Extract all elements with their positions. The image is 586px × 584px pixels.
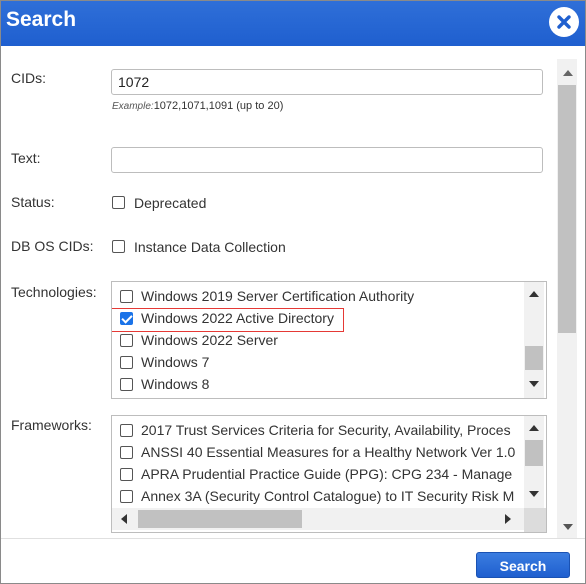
technology-label: Windows 2019 Server Certification Author…: [141, 288, 415, 304]
scroll-down-icon[interactable]: [558, 519, 578, 535]
cids-input[interactable]: [111, 69, 543, 95]
deprecated-checkbox[interactable]: [112, 196, 125, 209]
scroll-down-icon[interactable]: [524, 486, 544, 502]
framework-checkbox[interactable]: [120, 468, 133, 481]
technology-checkbox[interactable]: [120, 356, 133, 369]
frameworks-label: Frameworks:: [11, 417, 92, 433]
framework-label: APRA Prudential Practice Guide (PPG): CP…: [141, 466, 513, 482]
cids-label: CIDs:: [11, 70, 46, 86]
dialog-content: CIDs: Example:1072,1071,1091 (up to 20) …: [1, 46, 557, 538]
list-item[interactable]: ANSSI 40 Essential Measures for a Health…: [112, 442, 520, 464]
frameworks-hscrollbar[interactable]: [112, 508, 524, 530]
technology-label: Windows 7: [141, 354, 210, 370]
framework-checkbox[interactable]: [120, 446, 133, 459]
scroll-up-icon[interactable]: [558, 65, 578, 81]
framework-label: ANSSI 40 Essential Measures for a Health…: [141, 444, 516, 460]
list-item[interactable]: Windows 2022 Server: [112, 330, 520, 352]
list-item[interactable]: Windows 7: [112, 352, 520, 374]
dialog-titlebar: Search: [1, 1, 585, 46]
technology-checkbox[interactable]: [120, 378, 133, 391]
list-item[interactable]: Windows 2019 Server Certification Author…: [112, 286, 520, 308]
technologies-list[interactable]: Windows 2019 Server Certification Author…: [111, 281, 547, 399]
framework-checkbox[interactable]: [120, 490, 133, 503]
dialog-scroll-thumb[interactable]: [558, 85, 576, 333]
list-item[interactable]: 2017 Trust Services Criteria for Securit…: [112, 420, 520, 442]
search-button[interactable]: Search: [476, 552, 570, 578]
framework-label: 2017 Trust Services Criteria for Securit…: [141, 422, 511, 438]
frameworks-list[interactable]: 2017 Trust Services Criteria for Securit…: [111, 415, 547, 533]
instance-data-collection-label: Instance Data Collection: [134, 239, 286, 255]
list-item[interactable]: Annex 3A (Security Control Catalogue) to…: [112, 486, 520, 508]
cids-example-value: 1072,1071,1091 (up to 20): [153, 100, 284, 112]
technologies-label: Technologies:: [11, 284, 97, 300]
frameworks-scrollbar[interactable]: [524, 416, 544, 508]
technologies-scrollbar[interactable]: [524, 282, 544, 398]
technology-checkbox[interactable]: [120, 290, 133, 303]
frameworks-scroll-thumb[interactable]: [525, 440, 543, 466]
dialog-title: Search: [6, 8, 77, 31]
status-label: Status:: [11, 194, 55, 210]
scroll-down-icon[interactable]: [524, 376, 544, 392]
cids-example-label: Example:: [112, 101, 154, 112]
scroll-left-icon[interactable]: [116, 508, 132, 530]
scroll-right-icon[interactable]: [500, 508, 516, 530]
search-dialog: Search CIDs: Example:1072,1071,1091 (up …: [0, 0, 586, 584]
technology-checkbox[interactable]: [120, 334, 133, 347]
close-icon: [557, 15, 571, 29]
dialog-scrollbar[interactable]: [557, 59, 577, 539]
list-item[interactable]: Windows 8: [112, 374, 520, 396]
dialog-footer: Search: [1, 538, 585, 583]
framework-label: Annex 3A (Security Control Catalogue) to…: [141, 488, 515, 504]
selected-highlight: [112, 308, 344, 332]
technology-label: Windows 8: [141, 376, 210, 392]
text-label: Text:: [11, 150, 41, 166]
scroll-up-icon[interactable]: [524, 286, 544, 302]
db-os-cids-label: DB OS CIDs:: [11, 238, 94, 254]
deprecated-option-label: Deprecated: [134, 195, 207, 211]
technologies-scroll-thumb[interactable]: [525, 346, 543, 370]
list-item[interactable]: APRA Prudential Practice Guide (PPG): CP…: [112, 464, 520, 486]
cids-example: Example:1072,1071,1091 (up to 20): [112, 100, 283, 112]
scroll-corner: [524, 508, 546, 532]
instance-data-collection-checkbox[interactable]: [112, 240, 125, 253]
scroll-up-icon[interactable]: [524, 420, 544, 436]
text-input[interactable]: [111, 147, 543, 173]
framework-checkbox[interactable]: [120, 424, 133, 437]
frameworks-hscroll-thumb[interactable]: [138, 510, 302, 528]
technology-label: Windows 2022 Server: [141, 332, 278, 348]
close-button[interactable]: [549, 7, 579, 37]
